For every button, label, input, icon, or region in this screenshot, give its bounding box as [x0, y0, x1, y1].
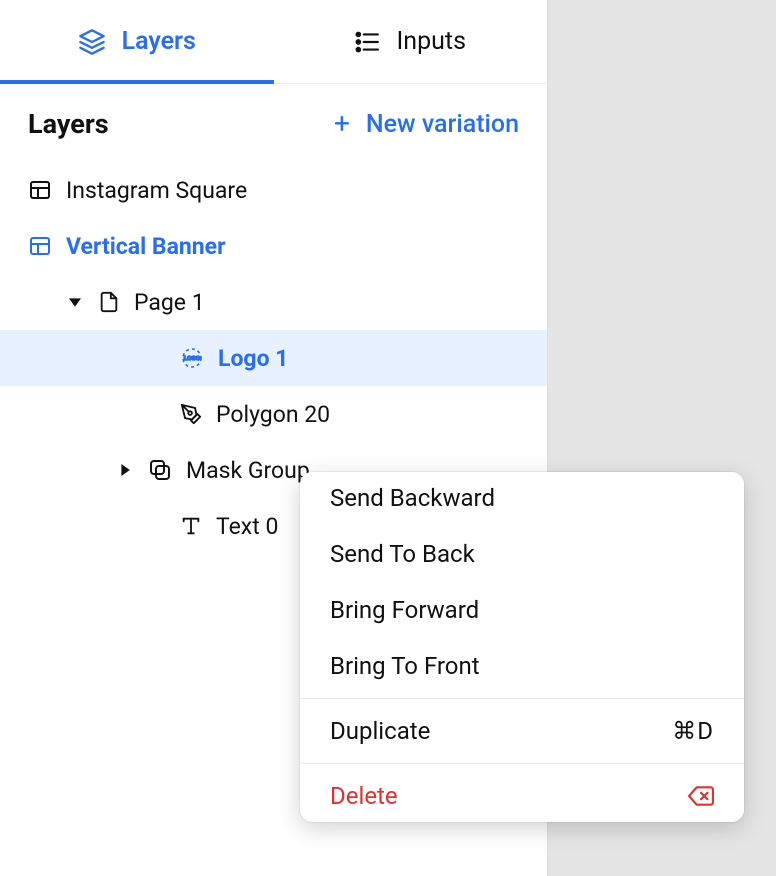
svg-text:LOGO: LOGO — [184, 356, 201, 362]
menu-shortcut: ⌘D — [672, 717, 714, 745]
tab-inputs[interactable]: Inputs — [274, 0, 548, 83]
menu-bring-forward[interactable]: Bring Forward — [300, 582, 744, 638]
menu-item-label: Bring To Front — [330, 652, 480, 680]
layers-icon — [78, 28, 106, 56]
menu-duplicate[interactable]: Duplicate ⌘D — [300, 705, 744, 757]
plus-icon: + — [334, 110, 350, 138]
text-icon — [180, 515, 202, 537]
layer-label: Vertical Banner — [66, 233, 226, 260]
tab-layers[interactable]: Layers — [0, 0, 274, 83]
artboard-icon — [28, 178, 52, 202]
menu-item-label: Send Backward — [330, 484, 495, 512]
caret-spacer — [148, 517, 166, 535]
panel-tabs: Layers Inputs — [0, 0, 547, 84]
tab-layers-label: Layers — [122, 27, 196, 56]
inputs-icon — [354, 29, 380, 55]
new-variation-label: New variation — [366, 110, 519, 139]
section-title: Layers — [28, 108, 109, 140]
layer-label: Text 0 — [216, 513, 278, 540]
menu-item-label: Bring Forward — [330, 596, 479, 624]
caret-right-icon[interactable] — [116, 461, 134, 479]
menu-divider — [300, 698, 744, 699]
layer-doc-vertical-banner[interactable]: Vertical Banner — [0, 218, 547, 274]
caret-spacer — [148, 405, 166, 423]
context-menu: Send Backward Send To Back Bring Forward… — [300, 472, 744, 822]
menu-item-label: Duplicate — [330, 717, 430, 745]
caret-spacer — [148, 349, 166, 367]
menu-send-to-back[interactable]: Send To Back — [300, 526, 744, 582]
layers-header: Layers + New variation — [0, 84, 547, 158]
menu-divider — [300, 763, 744, 764]
pen-icon — [180, 403, 202, 425]
mask-group-icon — [148, 458, 172, 482]
layer-label: Instagram Square — [66, 177, 247, 204]
layer-label: Polygon 20 — [216, 401, 330, 428]
layer-label: Logo 1 — [218, 345, 288, 372]
layer-label: Mask Group — [186, 457, 310, 484]
layer-polygon-20[interactable]: Polygon 20 — [0, 386, 547, 442]
layer-doc-instagram-square[interactable]: Instagram Square — [0, 162, 547, 218]
logo-icon: LOGO — [180, 346, 204, 370]
caret-down-icon[interactable] — [66, 293, 84, 311]
new-variation-button[interactable]: + New variation — [334, 110, 519, 139]
layer-logo-1[interactable]: LOGO Logo 1 — [0, 330, 547, 386]
menu-item-label: Delete — [330, 782, 398, 810]
delete-icon — [688, 783, 714, 809]
menu-send-backward[interactable]: Send Backward — [300, 472, 744, 526]
layer-page-1[interactable]: Page 1 — [0, 274, 547, 330]
menu-bring-to-front[interactable]: Bring To Front — [300, 638, 744, 692]
artboard-icon — [28, 234, 52, 258]
menu-delete[interactable]: Delete — [300, 770, 744, 822]
layer-label: Page 1 — [134, 289, 205, 316]
page-icon — [98, 291, 120, 313]
menu-item-label: Send To Back — [330, 540, 475, 568]
tab-inputs-label: Inputs — [396, 27, 466, 56]
